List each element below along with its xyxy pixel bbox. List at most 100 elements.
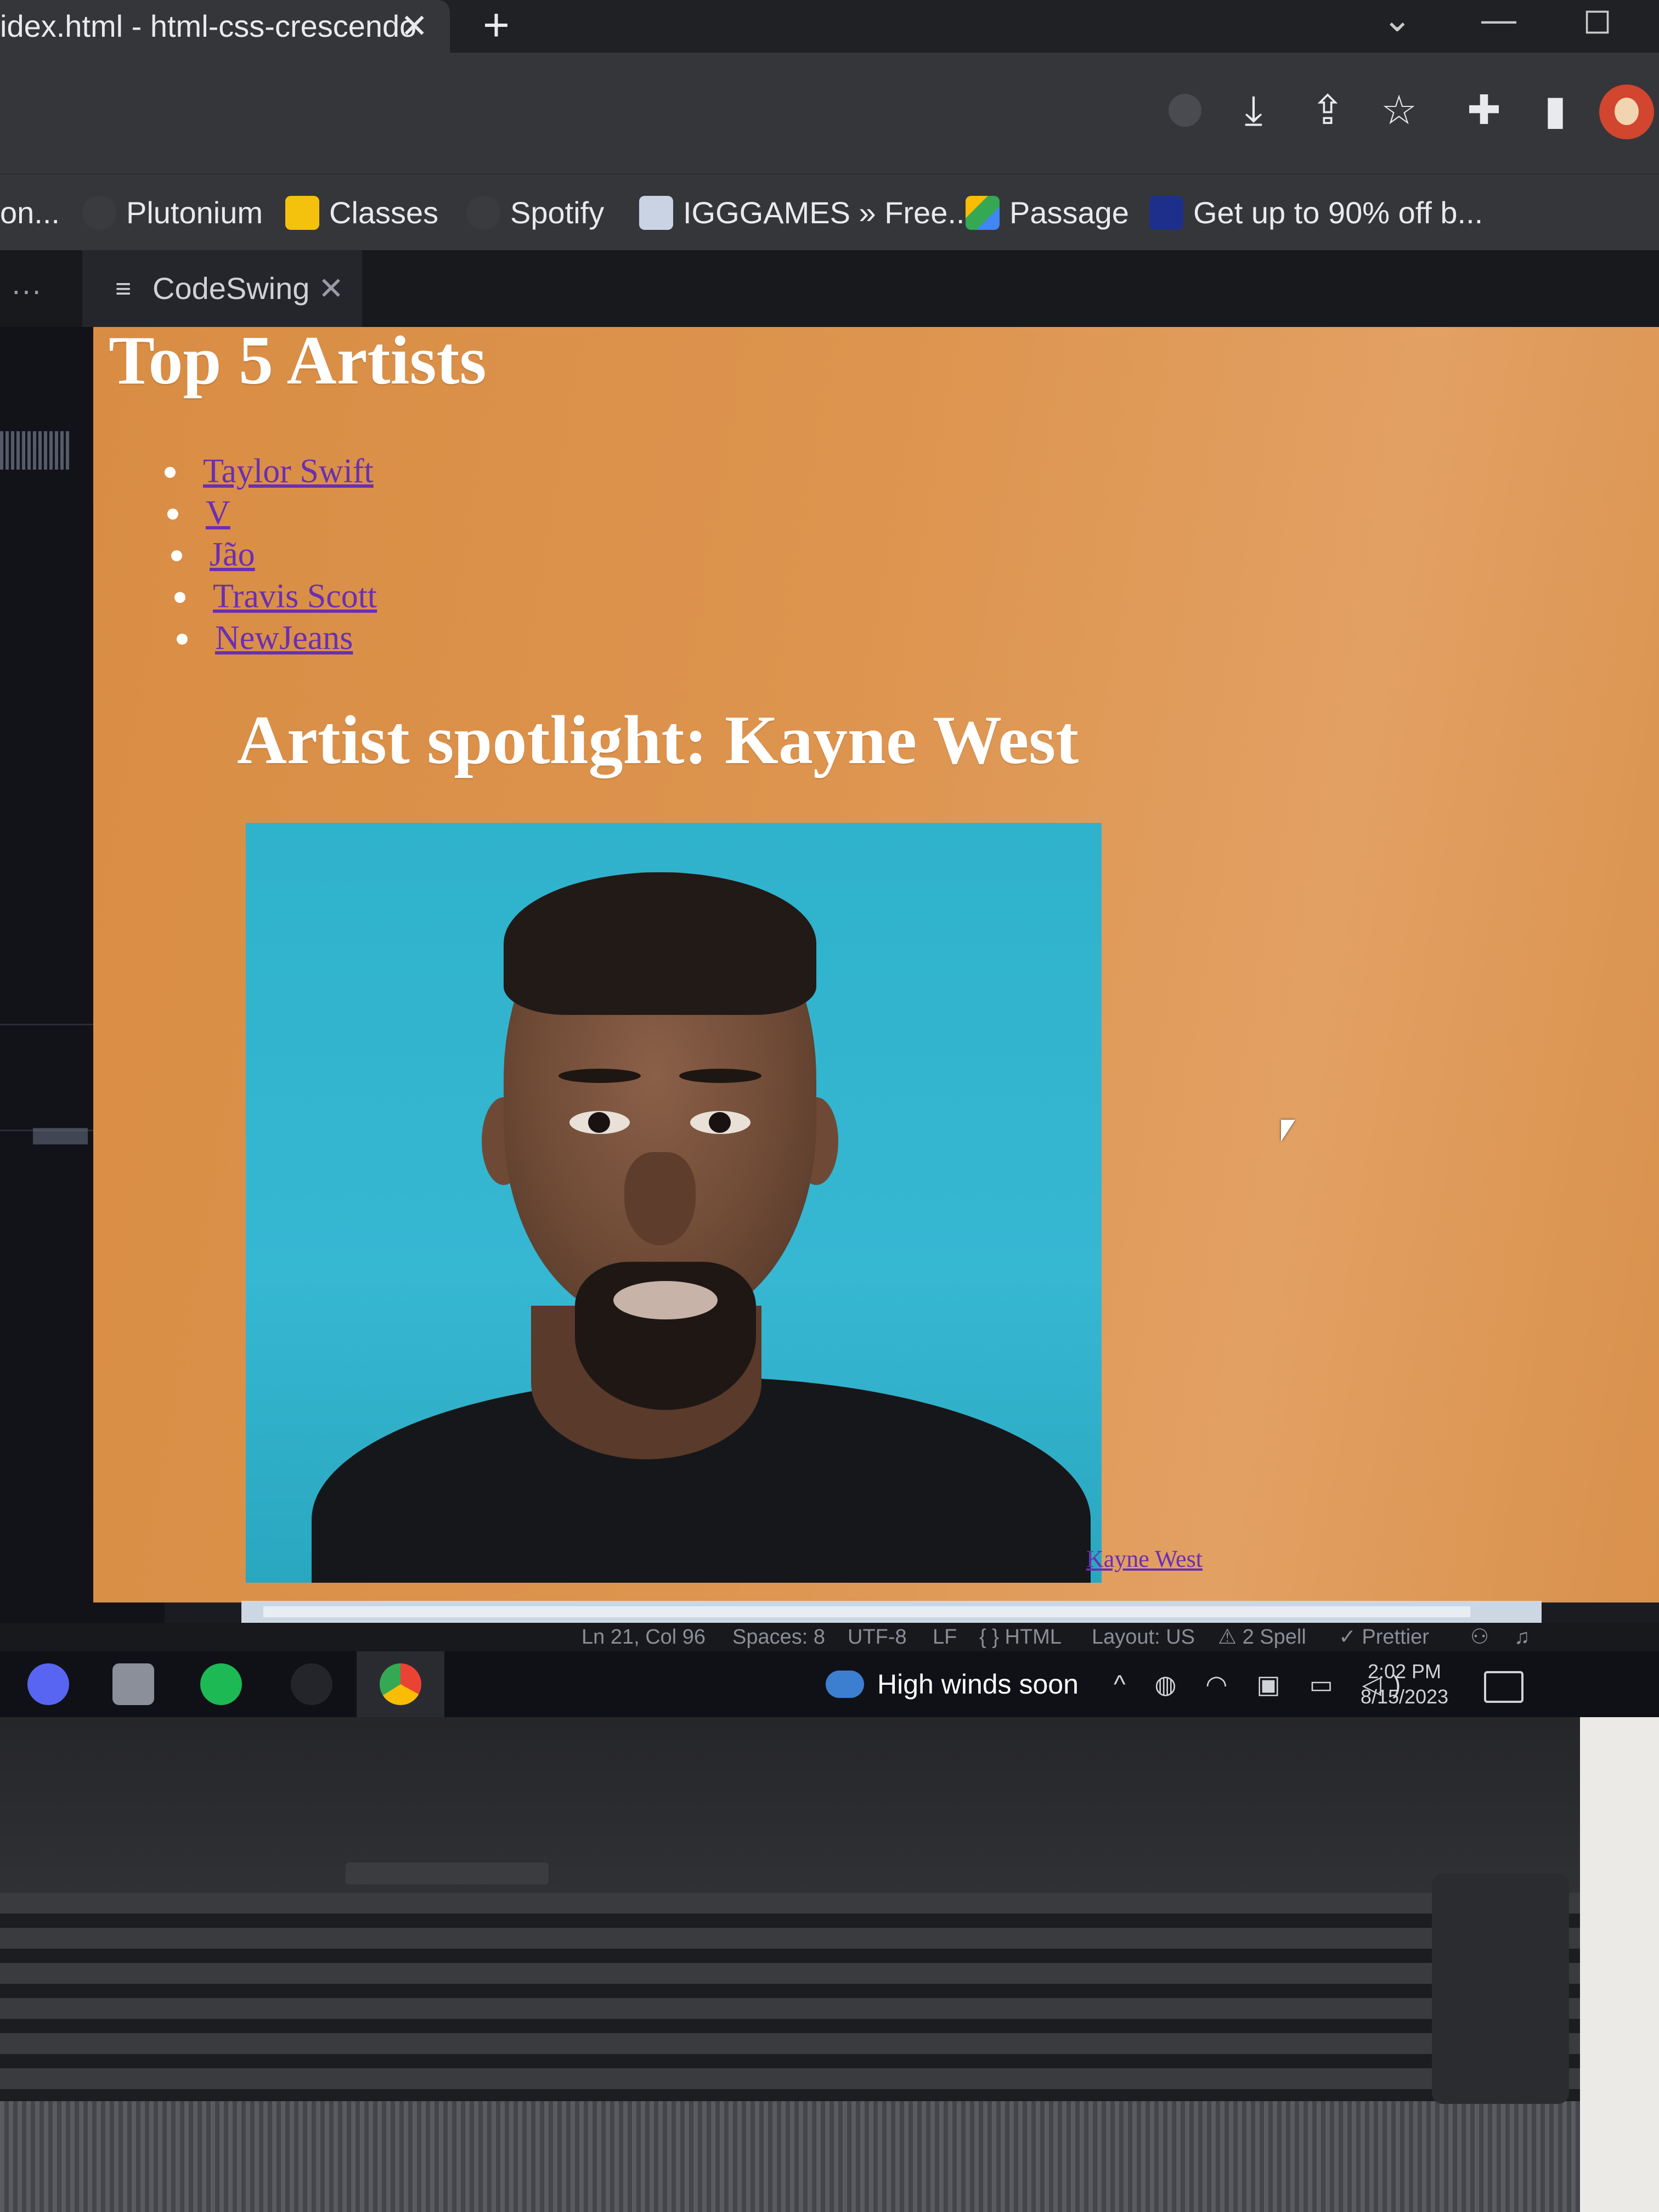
close-icon[interactable]: ✕ — [318, 250, 344, 327]
list-item: Travis Scott — [174, 575, 383, 617]
artist-link-travis-scott[interactable]: Travis Scott — [213, 578, 377, 615]
spell-check-status[interactable]: ⚠ 2 Spell — [1218, 1623, 1306, 1651]
download-icon[interactable]: ⤓ — [1229, 86, 1278, 135]
feedback-icon[interactable]: ⚇ — [1470, 1623, 1489, 1651]
portrait-hair — [504, 872, 816, 1015]
preview-icon: ≡ — [115, 273, 132, 304]
portrait-eye — [569, 1111, 630, 1134]
bookmark-label: Classes — [329, 195, 439, 230]
language-mode[interactable]: { } HTML — [979, 1623, 1062, 1651]
loading-indicator-icon — [1169, 94, 1201, 127]
end-of-line[interactable]: LF — [933, 1623, 957, 1651]
list-item: NewJeans — [177, 617, 386, 659]
codeswing-tab-label: CodeSwing — [153, 271, 310, 306]
bookmarks-bar: on... Plutonium Classes Spotify IGGGAMES… — [0, 173, 1659, 251]
weather-text: High winds soon — [877, 1669, 1079, 1700]
deal-site-icon — [1149, 196, 1183, 230]
bookmark-plutonium[interactable]: Plutonium — [82, 174, 263, 251]
horizontal-scrollbar[interactable] — [241, 1601, 1542, 1623]
mouse-cursor-icon — [1281, 1120, 1295, 1142]
bookmark-label: Plutonium — [126, 195, 263, 230]
laptop-hinge — [346, 1863, 549, 1884]
bookmark-label: IGGGAMES » Free... — [683, 195, 974, 230]
minimap — [0, 431, 71, 470]
artist-link-jao[interactable]: Jão — [210, 536, 255, 573]
spotlight-heading: Artist spotlight: Kayne West — [237, 702, 1079, 778]
list-item: V — [167, 492, 376, 534]
laptop-hinge-post — [1432, 1874, 1569, 2104]
wind-icon — [826, 1670, 864, 1698]
clock[interactable]: 2:02 PM 8/15/2023 — [1350, 1659, 1459, 1709]
bookmark-label: on... — [0, 195, 60, 230]
notification-icon[interactable] — [1484, 1671, 1523, 1703]
artist-portrait-image — [246, 823, 1102, 1583]
indentation[interactable]: Spaces: 8 — [732, 1623, 825, 1651]
star-icon[interactable]: ☆ — [1374, 86, 1424, 135]
bookmark-label: Passage — [1009, 195, 1129, 230]
spotify-icon[interactable] — [200, 1663, 242, 1705]
file-encoding[interactable]: UTF-8 — [848, 1623, 907, 1651]
prettier-status[interactable]: ✓ Prettier — [1339, 1623, 1429, 1651]
file-explorer-icon[interactable] — [112, 1663, 154, 1705]
editor-tab-bar: ··· ≡ CodeSwing ✕ — [0, 250, 1659, 327]
bookmark-passage[interactable]: Passage — [966, 174, 1129, 251]
more-actions-icon[interactable]: ··· — [11, 272, 42, 308]
cursor-position[interactable]: Ln 21, Col 96 — [582, 1623, 706, 1651]
bookmark-spotify[interactable]: Spotify — [466, 174, 604, 251]
codeswing-tab[interactable]: ≡ CodeSwing ✕ — [82, 250, 362, 327]
chrome-icon — [380, 1663, 421, 1705]
bell-icon[interactable]: ♫ — [1514, 1623, 1530, 1651]
browser-tab-title: idex.html - html-css-crescendo — [0, 9, 417, 43]
laptop-keyboard-deck — [0, 2101, 1659, 2212]
close-tab-icon[interactable]: ✕ — [400, 0, 428, 53]
artist-link-newjeans[interactable]: NewJeans — [215, 619, 353, 657]
share-icon[interactable]: ⇪ — [1303, 86, 1352, 135]
artist-caption-link[interactable]: Kayne West — [1086, 1545, 1203, 1573]
weather-widget[interactable]: High winds soon — [826, 1651, 1079, 1717]
codeswing-preview: Top 5 Artists Taylor Swift V Jão Travis … — [93, 327, 1659, 1602]
artist-link-v[interactable]: V — [206, 494, 230, 532]
bookmark-deal[interactable]: Get up to 90% off b... — [1149, 174, 1483, 251]
spotify-icon — [466, 196, 500, 230]
extensions-icon[interactable]: ✚ — [1459, 86, 1509, 135]
classroom-icon — [285, 196, 319, 230]
bookmark-item[interactable]: on... — [0, 174, 60, 251]
maximize-icon[interactable]: ◻ — [1583, 0, 1612, 38]
portrait-brow — [558, 1069, 641, 1083]
tab-search-icon[interactable]: ⌄ — [1383, 0, 1412, 38]
editor-status-bar: Ln 21, Col 96 Spaces: 8 UTF-8 LF { } HTM… — [0, 1623, 1659, 1651]
portrait-eye — [690, 1111, 751, 1134]
portrait-nose — [624, 1152, 696, 1245]
list-item: Taylor Swift — [165, 450, 374, 492]
browser-toolbar: ⤓ ⇪ ☆ ✚ ▮ — [0, 53, 1659, 173]
new-tab-icon[interactable]: + — [483, 0, 510, 49]
igggames-icon — [639, 196, 673, 230]
artist-list: Taylor Swift V Jão Travis Scott NewJeans — [165, 450, 377, 659]
discord-icon[interactable] — [27, 1663, 69, 1705]
plutonium-icon — [82, 196, 116, 230]
desk-surface — [1580, 1717, 1659, 2212]
portrait-lips — [613, 1281, 718, 1319]
artist-link-taylor-swift[interactable]: Taylor Swift — [203, 453, 374, 490]
bookmark-classes[interactable]: Classes — [285, 174, 438, 251]
app-icon[interactable] — [291, 1663, 332, 1705]
bookmark-label: Get up to 90% off b... — [1193, 195, 1483, 230]
profile-avatar[interactable] — [1599, 84, 1654, 139]
google-drive-icon — [966, 196, 1000, 230]
portrait-brow — [679, 1069, 761, 1083]
laptop-bezel — [0, 1717, 1659, 1893]
sidebar-icon[interactable]: ▮ — [1531, 86, 1580, 135]
browser-tab[interactable]: idex.html - html-css-crescendo ✕ — [0, 0, 450, 53]
scrollbar-thumb[interactable] — [263, 1606, 1470, 1617]
bookmark-igggames[interactable]: IGGGAMES » Free... — [639, 174, 973, 251]
list-item: Jão — [171, 534, 380, 575]
keyboard-layout[interactable]: Layout: US — [1092, 1623, 1195, 1651]
bookmark-label: Spotify — [510, 195, 605, 230]
chrome-taskbar-button[interactable] — [357, 1651, 444, 1717]
page-title: Top 5 Artists — [109, 327, 487, 399]
laptop-screen: idex.html - html-css-crescendo ✕ + ⌄ — ◻… — [0, 0, 1659, 1717]
clock-time: 2:02 PM — [1367, 1660, 1442, 1683]
browser-tab-strip: idex.html - html-css-crescendo ✕ + ⌄ — ◻ — [0, 0, 1659, 53]
code-fragment — [33, 1128, 88, 1144]
minimize-icon[interactable]: — — [1481, 0, 1516, 38]
